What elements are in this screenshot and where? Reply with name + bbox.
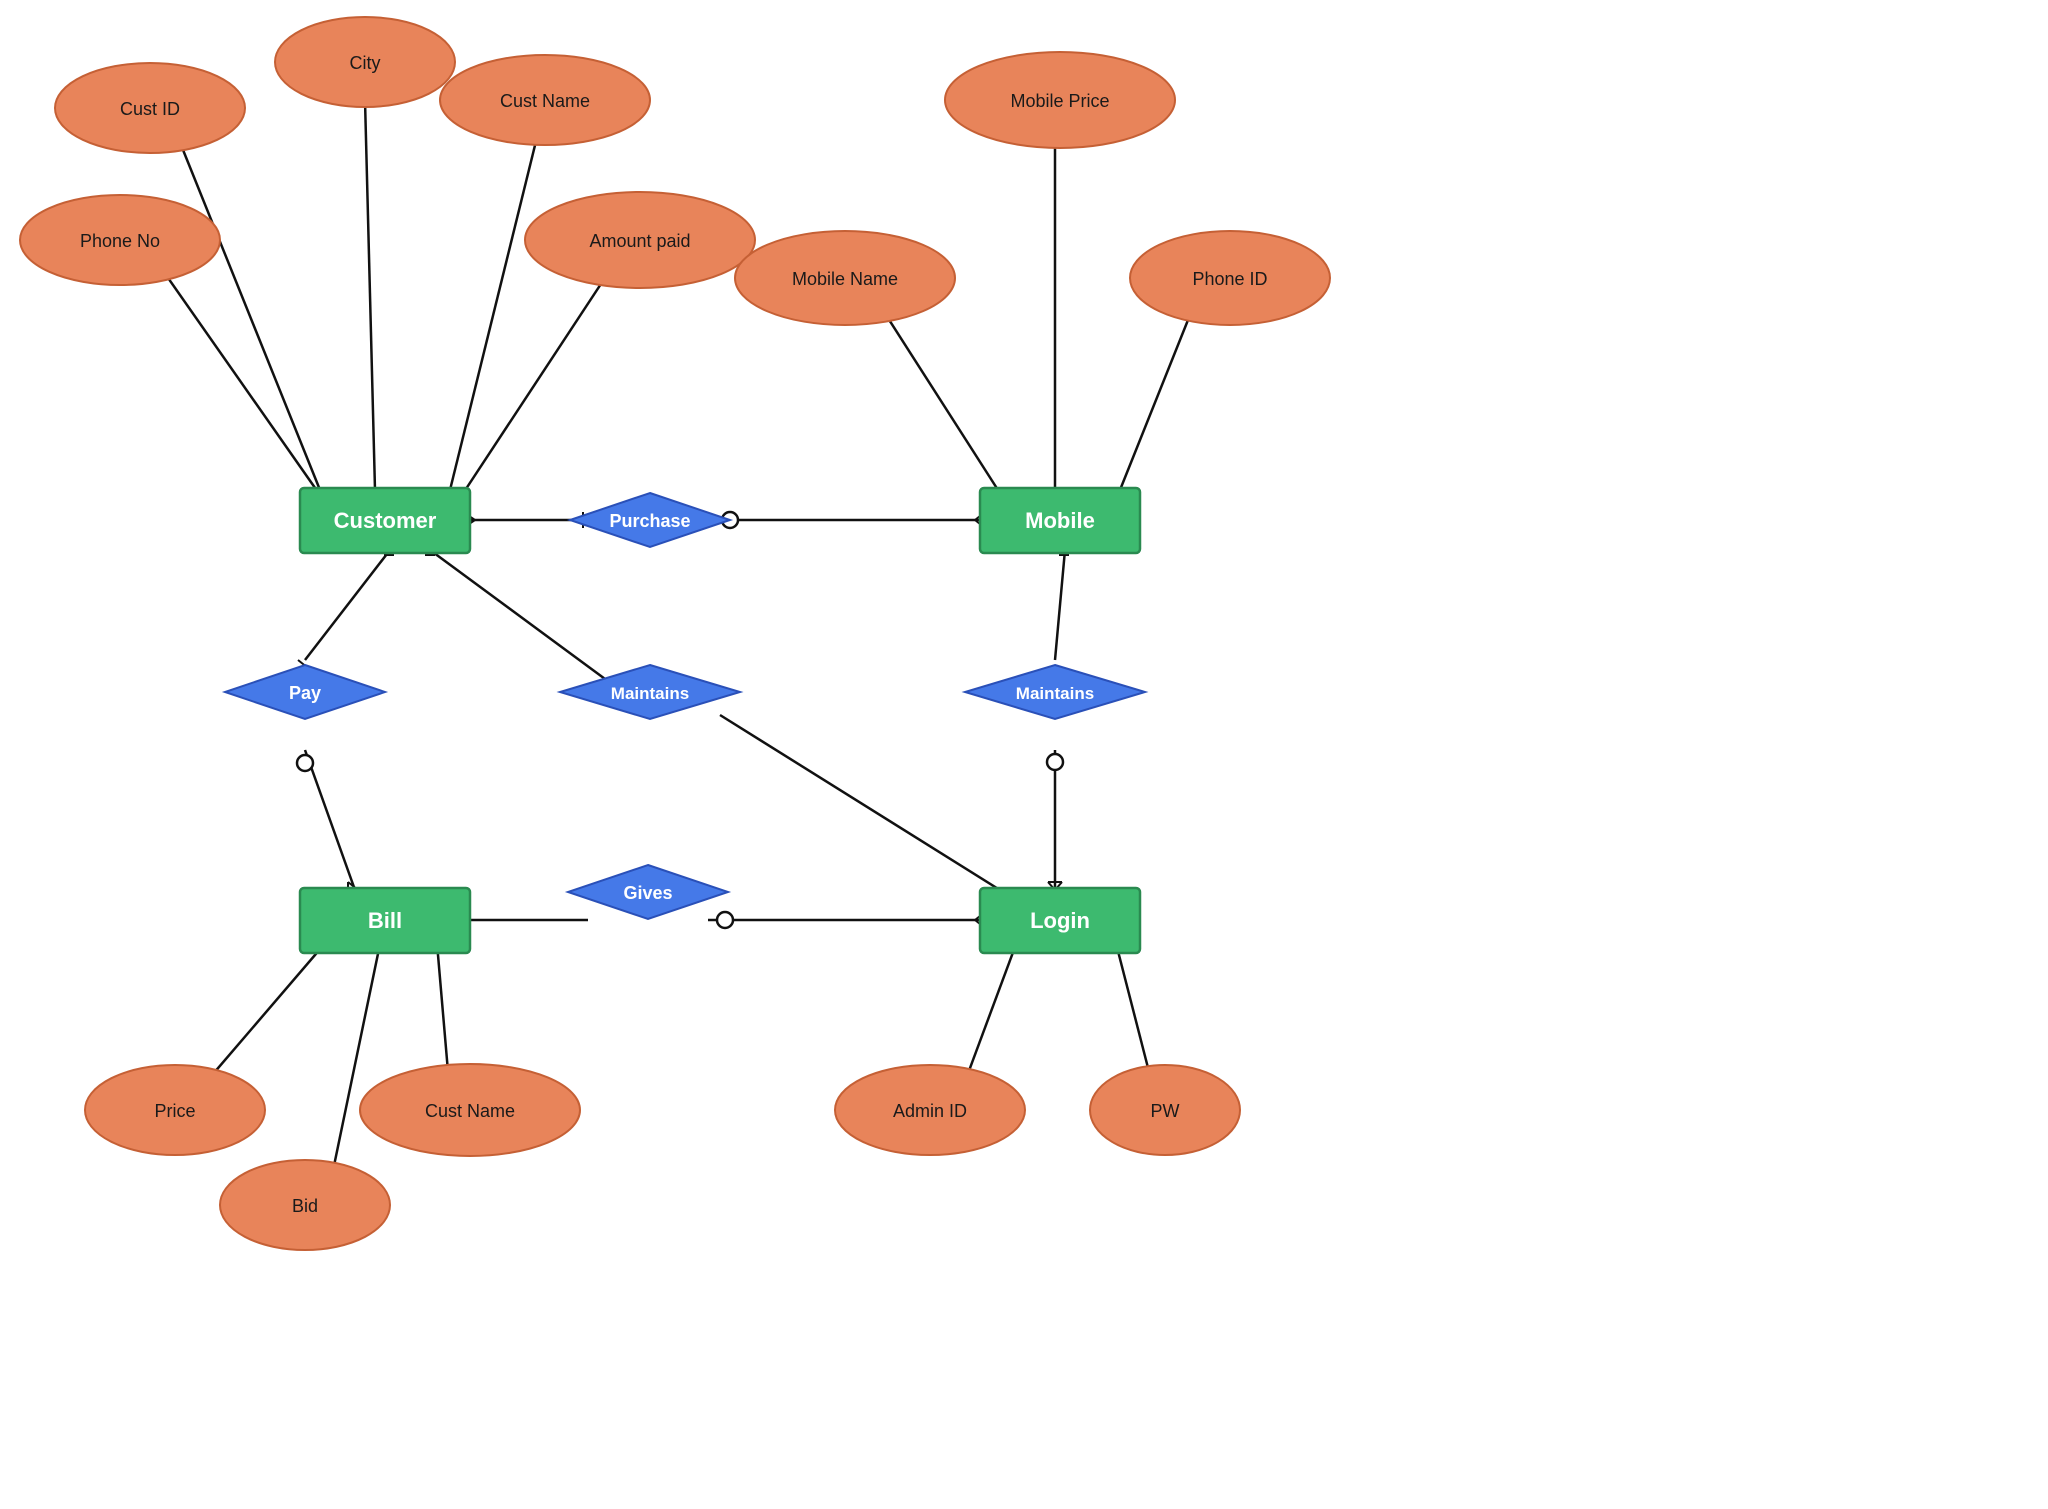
pay-label: Pay bbox=[289, 683, 321, 703]
admin-id-label: Admin ID bbox=[893, 1101, 967, 1121]
amount-paid-label: Amount paid bbox=[589, 231, 690, 251]
phone-id-label: Phone ID bbox=[1192, 269, 1267, 289]
mobile-name-label: Mobile Name bbox=[792, 269, 898, 289]
purchase-label: Purchase bbox=[609, 511, 690, 531]
cust-name-bill-label: Cust Name bbox=[425, 1101, 515, 1121]
pw-label: PW bbox=[1151, 1101, 1180, 1121]
cust-id-label: Cust ID bbox=[120, 99, 180, 119]
customer-label: Customer bbox=[334, 508, 437, 533]
mobile-price-label: Mobile Price bbox=[1010, 91, 1109, 111]
maintains-left-label: Maintains bbox=[611, 684, 689, 703]
login-label: Login bbox=[1030, 908, 1090, 933]
gives-label: Gives bbox=[623, 883, 672, 903]
city-label: City bbox=[350, 53, 381, 73]
phone-no-label: Phone No bbox=[80, 231, 160, 251]
maintains-right-label: Maintains bbox=[1016, 684, 1094, 703]
mobile-label: Mobile bbox=[1025, 508, 1095, 533]
er-diagram: Customer Mobile Bill Login Purchase Pay … bbox=[0, 0, 2048, 1509]
cust-name-top-label: Cust Name bbox=[500, 91, 590, 111]
bid-label: Bid bbox=[292, 1196, 318, 1216]
price-label: Price bbox=[154, 1101, 195, 1121]
bill-label: Bill bbox=[368, 908, 402, 933]
